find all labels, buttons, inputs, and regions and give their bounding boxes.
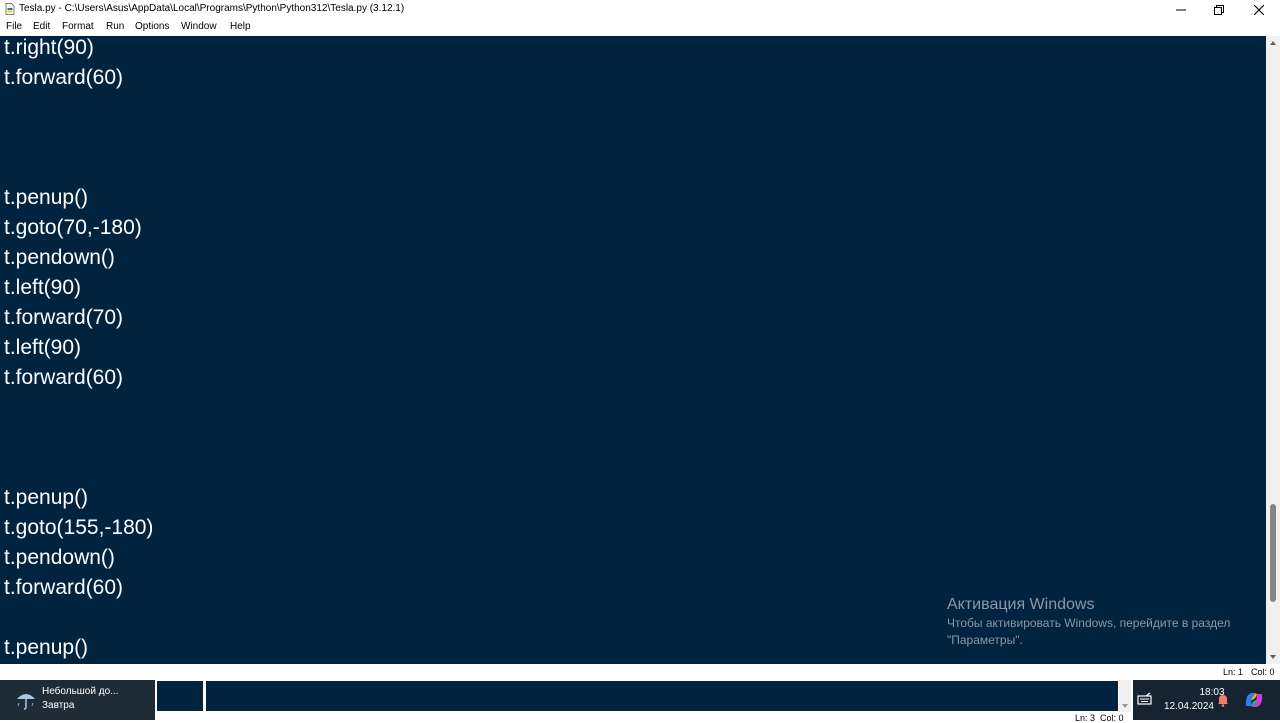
code-line[interactable]: t.penup() — [4, 183, 88, 213]
status-column-number: Col: 0 — [1251, 667, 1275, 677]
menu-run[interactable]: Run — [106, 21, 124, 32]
window-title: Tesla.py - C:\Users\Asus\AppData\Local\P… — [19, 3, 405, 14]
copilot-icon[interactable] — [1242, 688, 1266, 712]
close-icon — [1254, 4, 1264, 15]
code-line[interactable]: t.pendown() — [4, 243, 115, 273]
code-line[interactable]: t.left(90) — [4, 273, 81, 303]
clock-date[interactable]: 12.04.2024 — [1160, 701, 1214, 712]
vertical-scrollbar[interactable] — [1266, 36, 1280, 664]
watermark-line-2: "Параметры". — [947, 633, 1023, 647]
menu-file[interactable]: File — [6, 21, 22, 32]
code-line[interactable]: t.left(90) — [4, 333, 81, 363]
maximize-icon — [1214, 4, 1224, 15]
menu-options[interactable]: Options — [135, 21, 169, 32]
close-button[interactable] — [1239, 0, 1279, 19]
title-bar: Tesla.py - C:\Users\Asus\AppData\Local\P… — [0, 0, 1280, 19]
scroll-up-arrow-icon[interactable] — [1269, 39, 1277, 47]
clock-time[interactable]: 18:03 — [1185, 687, 1239, 698]
code-line[interactable]: t.goto(70,-180) — [4, 213, 142, 243]
menu-format[interactable]: Format — [62, 21, 94, 32]
watermark-title: Активация Windows — [947, 596, 1095, 613]
menu-bar: File Edit Format Run Options Window Help — [0, 19, 1280, 36]
embedded-scrollbar — [1119, 680, 1131, 712]
minimize-button[interactable] — [1161, 0, 1201, 19]
scroll-down-arrow-icon[interactable] — [1269, 653, 1277, 661]
weather-widget[interactable]: Небольшой до... Завтра — [0, 680, 155, 720]
code-line[interactable]: t.forward(70) — [4, 303, 123, 333]
umbrella-rain-icon — [17, 694, 35, 710]
embedded-editor-panel — [206, 681, 1118, 711]
code-line[interactable]: t.penup() — [4, 483, 88, 513]
code-line[interactable]: t.forward(60) — [4, 63, 123, 93]
python-file-icon — [5, 3, 15, 15]
menu-window[interactable]: Window — [181, 21, 217, 32]
notification-bell-icon[interactable] — [1216, 693, 1230, 707]
code-line[interactable]: t.forward(60) — [4, 573, 123, 603]
system-tray: 18:03 12.04.2024 — [1133, 680, 1280, 720]
code-line[interactable]: t.forward(60) — [4, 363, 123, 393]
embedded-editor-panel-left — [157, 681, 203, 711]
status-bar: Ln: 1 Col: 0 — [0, 664, 1280, 680]
code-line[interactable]: t.pendown() — [4, 543, 115, 573]
embedded-editor-window: Ln: 3 Col: 0 — [155, 680, 1133, 723]
windows-activation-watermark: Активация Windows Чтобы активировать Win… — [947, 594, 1230, 649]
watermark-line-1: Чтобы активировать Windows, перейдите в … — [947, 616, 1231, 630]
menu-edit[interactable]: Edit — [33, 21, 50, 32]
code-line[interactable]: t.goto(155,-180) — [4, 513, 153, 543]
keyboard-icon[interactable] — [1137, 692, 1153, 706]
scrollbar-thumb[interactable] — [1270, 504, 1276, 602]
code-line[interactable]: t.right(90) — [4, 36, 94, 63]
menu-help[interactable]: Help — [230, 21, 251, 32]
weather-subtitle: Завтра — [42, 700, 75, 711]
embedded-scroll-down-arrow-icon — [1122, 704, 1128, 708]
code-line[interactable]: t.penup() — [4, 633, 88, 663]
embedded-status-line: Ln: 3 Col: 0 — [1075, 713, 1124, 723]
minimize-icon — [1176, 9, 1186, 10]
weather-title: Небольшой до... — [42, 686, 119, 697]
taskbar: Небольшой до... Завтра Ln: 3 Col: 0 18:0… — [0, 680, 1280, 723]
maximize-button[interactable] — [1199, 0, 1239, 19]
code-editor[interactable]: t.right(90) t.forward(60) t.penup() t.go… — [0, 36, 1266, 664]
status-line-number: Ln: 1 — [1223, 667, 1244, 677]
